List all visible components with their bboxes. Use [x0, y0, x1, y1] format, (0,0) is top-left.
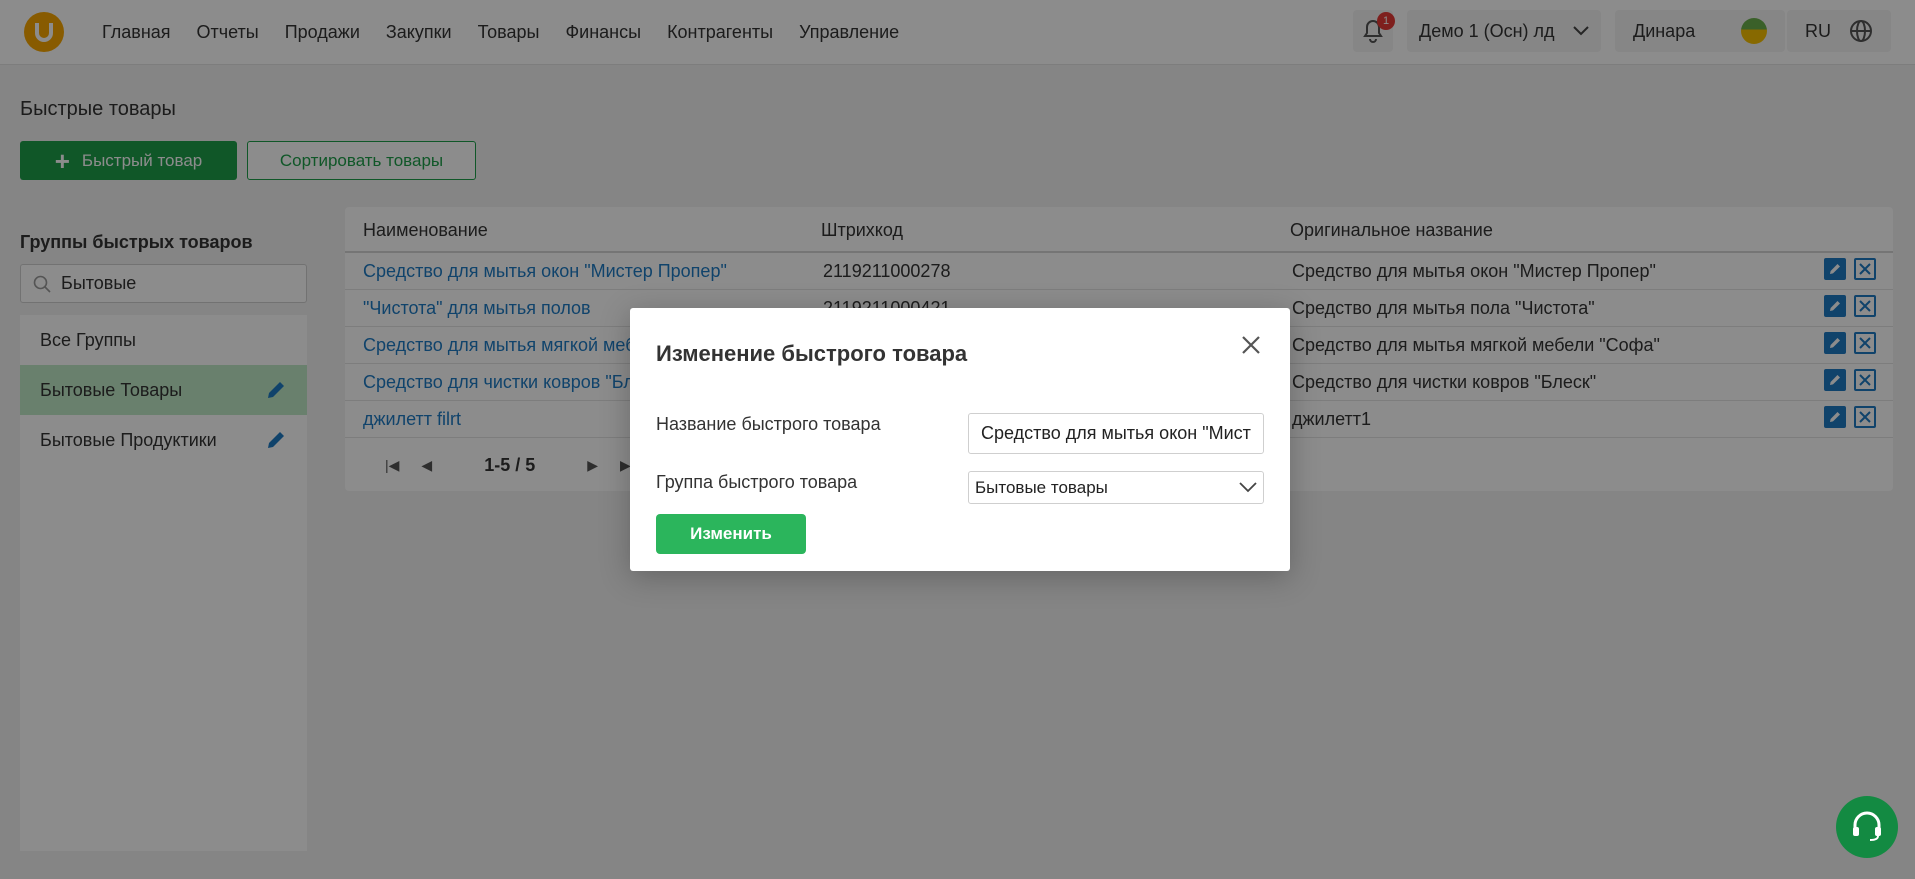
close-icon[interactable] [1236, 330, 1266, 360]
chevron-down-icon [1239, 482, 1257, 493]
product-name-input[interactable] [968, 413, 1264, 454]
product-group-select[interactable]: Бытовые товары [968, 471, 1264, 504]
headset-icon [1853, 811, 1881, 841]
edit-quick-product-modal: Изменение быстрого товара Название быстр… [630, 308, 1290, 571]
product-group-value: Бытовые товары [975, 477, 1108, 497]
submit-change-button[interactable]: Изменить [656, 514, 806, 554]
support-chat-button[interactable] [1836, 796, 1898, 858]
product-name-label: Название быстрого товара [656, 414, 881, 434]
product-group-label: Группа быстрого товара [656, 472, 858, 492]
modal-title: Изменение быстрого товара [656, 341, 968, 366]
